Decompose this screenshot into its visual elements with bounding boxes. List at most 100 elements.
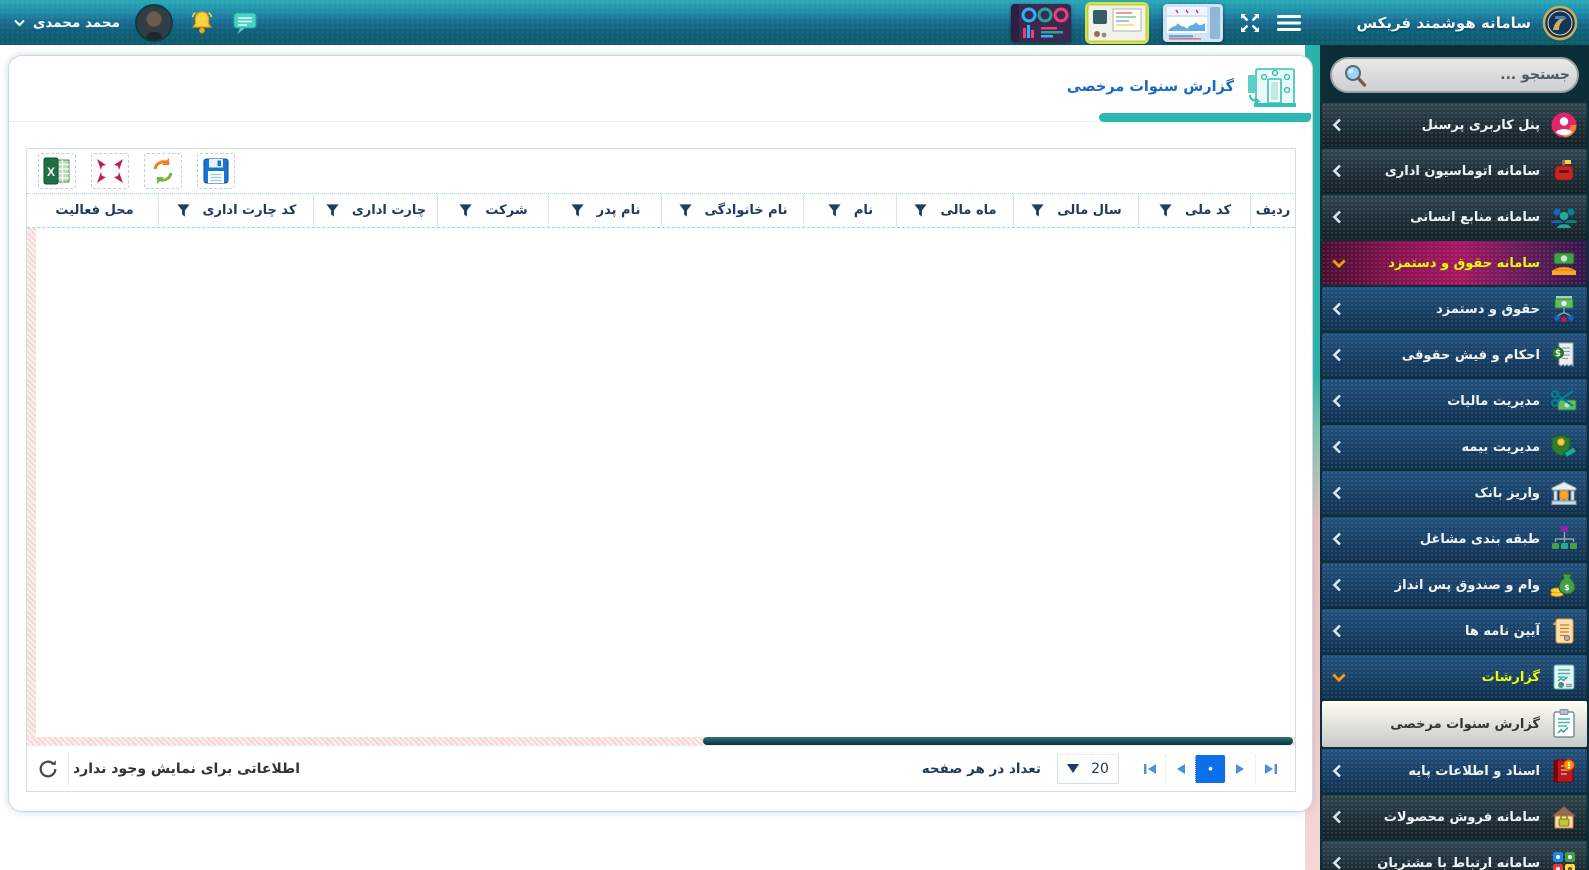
- horizontal-scrollbar-thumb[interactable]: [703, 737, 1293, 745]
- user-menu[interactable]: محمد محمدی: [14, 15, 120, 31]
- bell-icon[interactable]: [188, 9, 216, 37]
- dashboard-light-thumbnail[interactable]: [1163, 4, 1223, 42]
- money-bills-icon: [1549, 294, 1579, 324]
- column-header-label: نام: [854, 203, 873, 218]
- sidebar-item[interactable]: پنل کاربری پرسنل: [1322, 103, 1587, 147]
- sidebar-item[interactable]: سامانه اتوماسیون اداری: [1322, 149, 1587, 193]
- grid-body: [27, 228, 1295, 737]
- column-header[interactable]: کد ملی: [1138, 194, 1250, 227]
- shield-wing-logo-icon: [1541, 4, 1579, 42]
- filter-funnel-icon[interactable]: [913, 203, 928, 218]
- column-header[interactable]: سال مالی: [1013, 194, 1138, 227]
- column-header[interactable]: ماه مالی: [896, 194, 1013, 227]
- per-page-label: تعداد در هر صفحه: [922, 761, 1041, 777]
- column-header[interactable]: چارت اداری: [313, 194, 437, 227]
- filter-funnel-icon[interactable]: [325, 203, 340, 218]
- filter-funnel-icon[interactable]: [678, 203, 693, 218]
- column-header[interactable]: کد چارت اداری: [158, 194, 313, 227]
- chevron-left-icon: [1332, 440, 1346, 454]
- sidebar-item[interactable]: سامانه منابع انسانی: [1322, 195, 1587, 239]
- excel-export-icon: X: [41, 156, 73, 186]
- filter-funnel-icon[interactable]: [458, 203, 473, 218]
- money-hand-icon: [1549, 248, 1579, 278]
- vertical-scrollbar[interactable]: [27, 228, 36, 737]
- prev-page-button[interactable]: [1165, 755, 1195, 783]
- last-page-button[interactable]: [1255, 755, 1285, 783]
- filter-funnel-icon[interactable]: [827, 203, 842, 218]
- filter-funnel-icon[interactable]: [1158, 203, 1173, 218]
- sync-button[interactable]: [144, 153, 182, 189]
- chevron-down-icon: [14, 19, 25, 27]
- tax-scissors-icon: [1549, 386, 1579, 416]
- chevron-down-icon: [1332, 672, 1346, 683]
- sidebar-item[interactable]: سامانه فروش محصولات: [1322, 795, 1587, 839]
- filter-funnel-icon[interactable]: [570, 203, 585, 218]
- column-header-label: ردیف: [1256, 203, 1291, 218]
- sidebar-item[interactable]: آیین نامه ها: [1322, 609, 1587, 653]
- sidebar-item[interactable]: وام و صندوق پس انداز$: [1322, 563, 1587, 607]
- hamburger-icon[interactable]: [1277, 13, 1301, 33]
- first-page-button[interactable]: [1135, 755, 1165, 783]
- column-header-label: ماه مالی: [940, 203, 996, 218]
- tab-row: گزارش سنوات مرخصی: [9, 56, 1312, 122]
- column-header[interactable]: محل فعالیت: [31, 194, 158, 227]
- filter-funnel-icon[interactable]: [1030, 203, 1045, 218]
- save-button[interactable]: [197, 153, 235, 189]
- mailbox-icon: [1549, 156, 1579, 186]
- tab-leave-report[interactable]: گزارش سنوات مرخصی: [1067, 63, 1298, 111]
- filter-funnel-icon[interactable]: [176, 203, 191, 218]
- clipboard-icon: [1549, 709, 1579, 739]
- sidebar-item[interactable]: حقوق و دستمزد: [1322, 287, 1587, 331]
- sidebar-item[interactable]: گزارشات: [1322, 655, 1587, 699]
- report-grid: X ردیف کد ملیسال مالی ماه مالی نام نام خانوا…: [26, 148, 1296, 792]
- topbar-user-area: محمد محمدی: [14, 0, 259, 45]
- svg-text:X: X: [47, 165, 55, 179]
- sidebar-item[interactable]: طبقه بندی مشاغل: [1322, 517, 1587, 561]
- svg-text:!: !: [1567, 761, 1571, 771]
- sidebar-item[interactable]: سامانه حقوق و دستمزد: [1322, 241, 1587, 285]
- sidebar-item[interactable]: سامانه ارتباط با مشتریان: [1322, 841, 1587, 870]
- chevron-left-icon: [1332, 486, 1346, 500]
- chevron-left-icon: [1332, 532, 1346, 546]
- column-header[interactable]: نام: [803, 194, 896, 227]
- column-header[interactable]: نام خانوادگی: [661, 194, 803, 227]
- chat-icon[interactable]: [231, 10, 259, 36]
- person-icon: [1549, 110, 1579, 140]
- select-caret-icon: [1067, 764, 1079, 773]
- chevron-left-icon: [1332, 856, 1346, 870]
- column-header-label: شرکت: [485, 203, 527, 218]
- collapse-columns-button[interactable]: [91, 153, 129, 189]
- sidebar-item[interactable]: مدیریت مالیات: [1322, 379, 1587, 423]
- pager: •: [1135, 755, 1285, 783]
- horizontal-scrollbar[interactable]: [27, 737, 1295, 745]
- next-page-button[interactable]: [1225, 755, 1255, 783]
- search-input[interactable]: [1374, 67, 1570, 83]
- app-title: سامانه هوشمند فریکس: [1356, 14, 1531, 32]
- current-page-button[interactable]: •: [1195, 755, 1225, 783]
- fullscreen-icon[interactable]: [1239, 12, 1261, 34]
- sidebar-item[interactable]: احکام و فیش حقوقی$: [1322, 333, 1587, 377]
- column-header[interactable]: ردیف: [1250, 194, 1295, 227]
- bank-icon: [1549, 478, 1579, 508]
- whiteboard-thumbnail[interactable]: [1087, 4, 1147, 42]
- sidebar-item[interactable]: گزارش سنوات مرخصی: [1322, 701, 1587, 747]
- save-icon: [201, 156, 231, 186]
- sidebar-item[interactable]: مدیریت بیمه: [1322, 425, 1587, 469]
- sidebar-item-label: سامانه حقوق و دستمزد: [1355, 256, 1540, 271]
- per-page-select[interactable]: 20: [1057, 754, 1119, 784]
- collapse-columns-icon: [94, 156, 126, 186]
- avatar[interactable]: [135, 4, 173, 42]
- excel-export-button[interactable]: X: [38, 153, 76, 189]
- column-header-label: محل فعالیت: [55, 203, 133, 218]
- refresh-button[interactable]: [35, 753, 69, 785]
- analytics-dark-thumbnail[interactable]: [1011, 4, 1071, 42]
- column-header[interactable]: نام پدر: [548, 194, 661, 227]
- crm-icon: [1549, 848, 1579, 870]
- chevron-down-icon: [1332, 258, 1346, 269]
- column-header-label: نام خانوادگی: [705, 203, 788, 218]
- sidebar-item-label: سامانه فروش محصولات: [1355, 810, 1540, 825]
- chevron-left-icon: [1332, 302, 1346, 316]
- sidebar-item[interactable]: واریز بانک: [1322, 471, 1587, 515]
- column-header[interactable]: شرکت: [437, 194, 548, 227]
- sidebar-item[interactable]: اسناد و اطلاعات پایه!: [1322, 749, 1587, 793]
